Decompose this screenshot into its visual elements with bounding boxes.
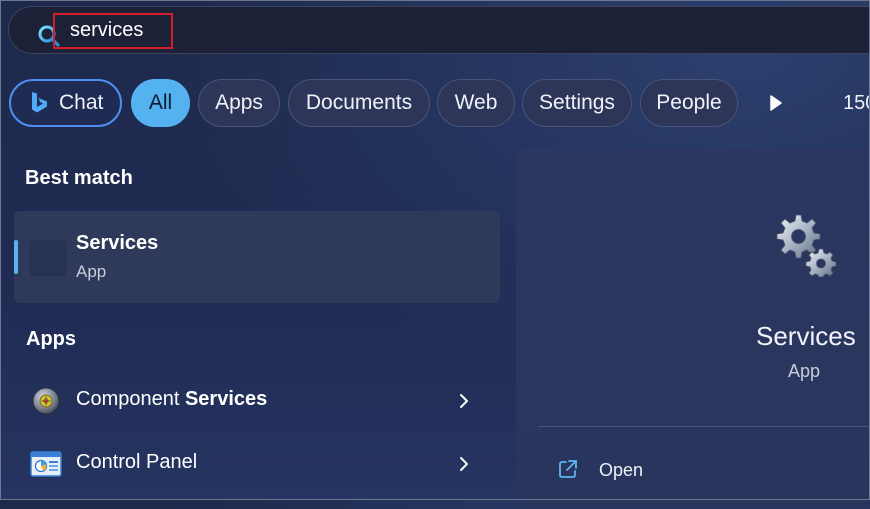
filter-settings[interactable]: Settings — [522, 79, 632, 127]
detail-panel: Services App Open — [516, 149, 870, 509]
filter-settings-label: Settings — [539, 91, 615, 114]
divider — [538, 426, 870, 427]
chevron-right-icon[interactable] — [458, 392, 470, 410]
filter-web[interactable]: Web — [437, 79, 515, 127]
filter-documents[interactable]: Documents — [288, 79, 430, 127]
filter-chat[interactable]: Chat — [9, 79, 122, 127]
apps-heading: Apps — [26, 328, 76, 350]
best-match-heading: Best match — [25, 167, 133, 189]
detail-app-name: Services — [756, 321, 856, 351]
app-result-label: Component Services — [76, 388, 267, 411]
control-panel-icon — [30, 451, 62, 477]
bing-chat-icon — [32, 92, 47, 113]
chevron-right-icon[interactable] — [458, 455, 470, 473]
result-count: 150 — [843, 92, 870, 114]
gears-icon — [776, 214, 837, 277]
filter-apps[interactable]: Apps — [198, 79, 280, 127]
filter-apps-label: Apps — [215, 91, 263, 114]
detail-app-type: App — [788, 361, 821, 381]
filter-chat-label: Chat — [59, 91, 104, 114]
filter-people[interactable]: People — [640, 79, 738, 127]
app-label-match: Services — [184, 388, 268, 410]
app-label-prefix: Component — [76, 388, 185, 410]
services-app-icon — [30, 240, 66, 276]
app-result-label: Control Panel — [76, 451, 197, 474]
open-external-icon[interactable] — [558, 459, 578, 479]
best-match-type: App — [76, 262, 107, 281]
more-filters-play-icon[interactable] — [769, 94, 783, 112]
open-action[interactable]: Open — [599, 460, 643, 481]
filter-all[interactable]: All — [131, 79, 190, 127]
selection-indicator — [14, 240, 18, 274]
component-services-icon — [32, 387, 60, 415]
app-result-control-panel[interactable]: Control Panel — [14, 435, 500, 491]
filter-all-label: All — [148, 91, 173, 114]
filter-web-label: Web — [454, 91, 498, 114]
best-match-name: Services — [76, 232, 159, 254]
search-input[interactable] — [70, 17, 170, 43]
best-match-result[interactable]: Services App — [14, 211, 500, 303]
filter-people-label: People — [656, 91, 722, 114]
filter-documents-label: Documents — [305, 91, 413, 114]
app-label-prefix: Control Panel — [76, 451, 198, 473]
app-result-component-services[interactable]: Component Services — [14, 372, 500, 428]
